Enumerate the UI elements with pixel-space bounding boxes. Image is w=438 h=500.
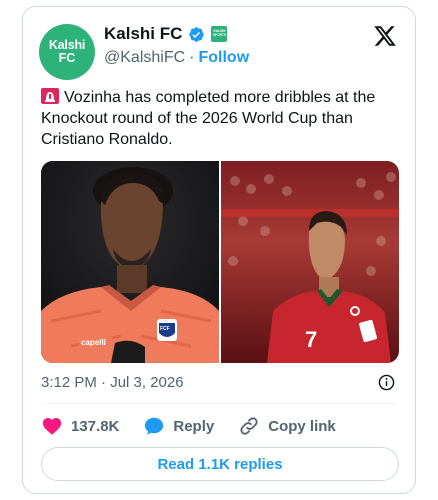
action-bar: 137.8K Reply Copy link <box>41 415 360 437</box>
x-logo-icon[interactable] <box>373 24 397 48</box>
siren-icon <box>41 88 59 104</box>
like-count: 137.8K <box>71 417 120 435</box>
affiliate-badge-line2: SPORTS <box>212 33 226 37</box>
avatar[interactable]: Kalshi FC <box>39 24 95 80</box>
jersey-sponsor-text: capelli <box>81 338 106 347</box>
verified-badge-icon <box>189 26 205 42</box>
tweet-timestamp[interactable]: 3:12 PM · Jul 3, 2026 <box>41 374 184 391</box>
tweet-body: Vozinha has completed more dribbles at t… <box>41 89 376 148</box>
jersey-number: 7 <box>305 327 317 352</box>
copy-link-label: Copy link <box>268 417 336 435</box>
heart-icon <box>42 418 62 435</box>
tweet-text: Vozinha has completed more dribbles at t… <box>41 87 401 150</box>
copy-link-button[interactable]: Copy link <box>238 415 336 437</box>
handle-row: @KalshiFC · Follow <box>104 49 249 67</box>
handle-separator: · <box>189 49 195 66</box>
avatar-text-line2: FC <box>58 51 76 65</box>
photo-vozinha[interactable]: capelli FCF <box>41 161 219 363</box>
reply-bubble-icon <box>145 417 164 435</box>
reply-button[interactable]: Reply <box>143 415 214 437</box>
divider <box>41 403 397 404</box>
photo-ronaldo[interactable]: 7 <box>221 161 399 363</box>
like-button[interactable]: 137.8K <box>41 415 119 437</box>
tweet-card: Kalshi FC Kalshi FC KALSHI SPORTS @Kalsh… <box>22 6 416 494</box>
media-grid: capelli FCF 7 <box>41 161 399 363</box>
display-name[interactable]: Kalshi FC <box>104 24 182 44</box>
affiliate-badge-icon[interactable]: KALSHI SPORTS <box>211 26 228 42</box>
name-row: Kalshi FC KALSHI SPORTS <box>104 24 228 44</box>
link-icon <box>240 417 258 435</box>
ronaldo-photo-image: 7 <box>221 161 399 363</box>
info-icon[interactable] <box>378 374 395 391</box>
read-replies-button[interactable]: Read 1.1K replies <box>41 447 399 481</box>
crest-text: FCF <box>160 326 170 332</box>
follow-button[interactable]: Follow <box>198 49 249 67</box>
vozinha-photo-image: capelli FCF <box>41 161 219 363</box>
reply-label: Reply <box>173 417 215 435</box>
handle[interactable]: @KalshiFC <box>104 49 185 67</box>
